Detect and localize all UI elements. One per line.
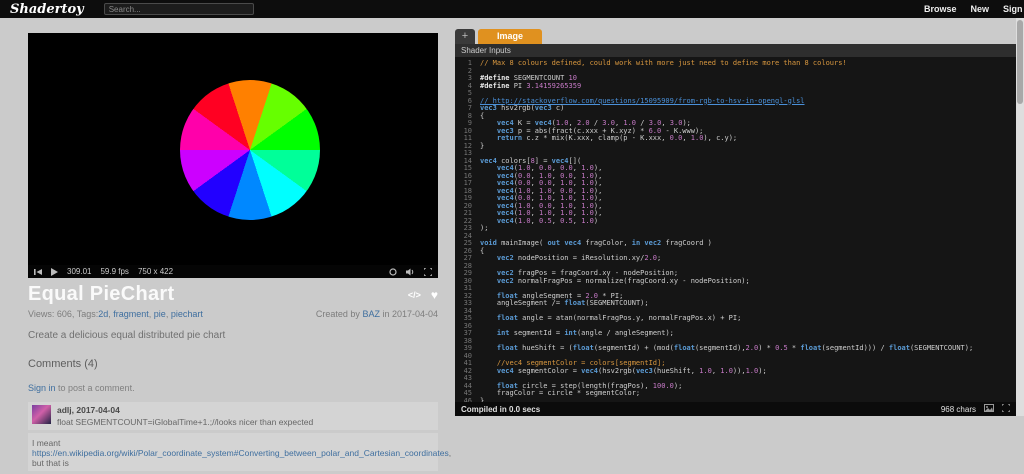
player-time: 309.01 [67,267,92,276]
shader-title: Equal PieChart [28,283,175,305]
code-editor-panel: + Image Shader Inputs 1 2 3 4 5 6 7 8 9 10 11 12 13 1… [455,28,1016,416]
compile-status: Compiled in 0.0 secs [461,404,541,414]
player-resolution: 750 x 422 [137,267,174,276]
export-icon[interactable] [984,404,994,414]
like-heart-icon[interactable]: ♥ [431,288,438,302]
fullscreen-icon[interactable] [424,267,432,276]
tag-link[interactable]: 2d [98,309,108,319]
comment-avatar[interactable] [32,405,51,424]
comment-list: adlj, 2017-04-04 float SEGMENTCOUNT=iGlo… [28,402,451,471]
comments-header: Comments (4) [28,358,98,370]
created-info: Created by BAZ in 2017-04-04 [315,309,438,319]
comment-url-link[interactable]: https://en.wikipedia.org/wiki/Polar_coor… [32,448,449,458]
comment-author[interactable]: adlj, 2017-04-04 [57,405,313,415]
nav-new[interactable]: New [971,4,990,14]
shader-description: Create a delicious equal distributed pie… [28,330,226,341]
signin-note: Sign in to post a comment. [28,383,135,393]
play-icon[interactable] [51,267,58,276]
rewind-icon[interactable] [34,268,42,276]
code-area[interactable]: 1 2 3 4 5 6 7 8 9 10 11 12 13 14 15 16 17 18 19 20 21 22 23 24 2… [455,57,1016,402]
comment-item: I meant https://en.wikipedia.org/wiki/Po… [28,433,451,471]
shader-panel: 309.01 59.9 fps 750 x 422 Equal PieChart… [28,33,451,474]
editor-status-bar: Compiled in 0.0 secs 968 chars [455,402,1016,416]
tag-link[interactable]: fragment [113,309,149,319]
pie-chart [180,80,320,220]
shadertoy-logo[interactable]: Shadertoy [10,2,84,17]
player-bar: 309.01 59.9 fps 750 x 422 [28,265,438,278]
editor-tabs: + Image [455,28,1016,44]
add-tab-button[interactable]: + [455,29,475,44]
tag-link[interactable]: pie [154,309,166,319]
tag-link[interactable]: piechart [171,309,203,319]
signin-link[interactable]: Sign in [28,383,56,393]
shader-canvas[interactable] [28,33,438,265]
search-input[interactable] [103,3,254,15]
code-lines[interactable]: // Max 8 colours defined, could work wit… [475,57,1016,402]
nav-browse[interactable]: Browse [924,4,957,14]
top-bar: Shadertoy Browse New Sign in [0,0,1024,18]
char-count: 968 chars [940,404,976,414]
views-label: Views: 606, Tags: [28,309,99,319]
comment-item: adlj, 2017-04-04 float SEGMENTCOUNT=iGlo… [28,402,438,430]
author-link[interactable]: BAZ [362,309,380,319]
nav-signin[interactable]: Sign in [1003,4,1024,14]
tag-list: 2d, fragment, pie, piechart [98,309,203,319]
comment-text: I meant https://en.wikipedia.org/wiki/Po… [32,438,452,468]
record-icon[interactable] [389,267,397,276]
embed-icon[interactable]: </> [408,290,421,300]
comment-text: float SEGMENTCOUNT=iGlobalTime+1.;//look… [57,417,314,427]
tab-image[interactable]: Image [478,29,542,44]
line-numbers: 1 2 3 4 5 6 7 8 9 10 11 12 13 14 15 16 17 18 19 20 21 22 23 24 2… [463,59,472,402]
shader-meta: Views: 606, Tags: 2d, fragment, pie, pie… [28,309,438,319]
shader-inputs-bar[interactable]: Shader Inputs [455,44,1016,57]
scrollbar-thumb[interactable] [1017,20,1023,104]
page-scrollbar[interactable] [1016,18,1024,416]
player-fps: 59.9 fps [100,267,129,276]
top-nav: Browse New Sign in [924,0,1024,18]
volume-icon[interactable] [406,268,415,276]
expand-editor-icon[interactable] [1001,403,1011,414]
